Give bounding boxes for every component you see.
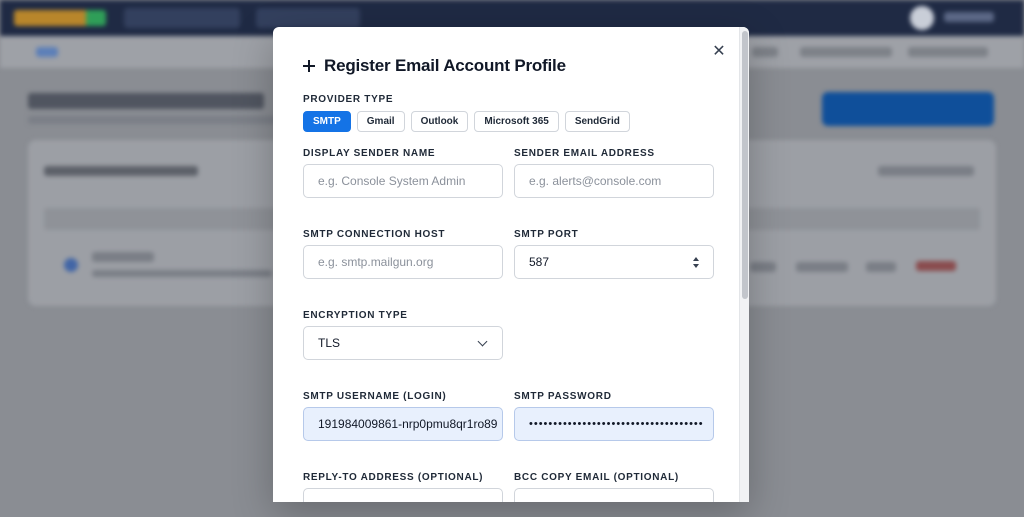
sender-email-placeholder: e.g. alerts@console.com	[529, 174, 662, 188]
encryption-type-value: TLS	[318, 336, 341, 350]
smtp-username-value: 191984009861-nrp0pmu8qr1ro89	[318, 417, 498, 431]
delete-link	[916, 261, 956, 271]
bcc-copy-label: BCC COPY EMAIL (OPTIONAL)	[514, 472, 679, 483]
provider-smtp-button[interactable]: SMTP	[303, 111, 351, 132]
display-sender-name-placeholder: e.g. Console System Admin	[318, 174, 466, 188]
user-name	[944, 12, 994, 22]
sender-email-input[interactable]: e.g. alerts@console.com	[514, 164, 714, 198]
close-icon[interactable]: ✕	[709, 41, 729, 61]
smtp-password-input[interactable]: ••••••••••••••••••••••••••••••••••••	[514, 407, 714, 441]
account-icon	[64, 258, 78, 272]
provider-outlook-button[interactable]: Outlook	[410, 111, 469, 132]
smtp-host-input[interactable]: e.g. smtp.mailgun.org	[303, 245, 503, 279]
provider-gmail-button[interactable]: Gmail	[356, 111, 405, 132]
reply-to-label: REPLY-TO ADDRESS (OPTIONAL)	[303, 472, 484, 483]
plus-icon	[303, 60, 315, 72]
provider-microsoft365-button[interactable]: Microsoft 365	[474, 111, 559, 132]
table-cell	[750, 262, 776, 272]
modal-title: Register Email Account Profile	[303, 56, 566, 76]
nav-link	[800, 47, 892, 57]
chevron-down-icon	[477, 336, 488, 347]
smtp-password-label: SMTP PASSWORD	[514, 391, 612, 402]
nav-item	[256, 8, 360, 28]
display-sender-name-label: DISPLAY SENDER NAME	[303, 148, 436, 159]
port-stepper-icon[interactable]	[693, 256, 699, 270]
scrollbar-thumb[interactable]	[742, 31, 748, 299]
smtp-host-label: SMTP CONNECTION HOST	[303, 229, 446, 240]
smtp-host-placeholder: e.g. smtp.mailgun.org	[318, 255, 434, 269]
nav-item	[124, 8, 240, 28]
nav-link	[908, 47, 988, 57]
table-cell	[866, 262, 896, 272]
provider-sendgrid-button[interactable]: SendGrid	[564, 111, 630, 132]
sender-email-label: SENDER EMAIL ADDRESS	[514, 148, 655, 159]
smtp-username-label: SMTP USERNAME (LOGIN)	[303, 391, 447, 402]
card-title	[44, 166, 198, 176]
account-email	[92, 270, 272, 277]
smtp-password-value: ••••••••••••••••••••••••••••••••••••	[529, 418, 704, 430]
avatar	[910, 6, 934, 30]
provider-type-options: SMTP Gmail Outlook Microsoft 365 SendGri…	[303, 111, 630, 132]
smtp-username-input[interactable]: 191984009861-nrp0pmu8qr1ro89	[303, 407, 503, 441]
reply-to-input[interactable]	[303, 488, 503, 502]
page-title	[28, 93, 264, 109]
table-cell	[796, 262, 848, 272]
card-filter	[878, 166, 974, 176]
bcc-copy-input[interactable]	[514, 488, 714, 502]
smtp-port-input[interactable]: 587	[514, 245, 714, 279]
smtp-port-value: 587	[529, 255, 550, 269]
register-account-button	[822, 92, 994, 126]
encryption-type-select[interactable]: TLS	[303, 326, 503, 360]
smtp-port-label: SMTP PORT	[514, 229, 579, 240]
display-sender-name-input[interactable]: e.g. Console System Admin	[303, 164, 503, 198]
provider-type-label: PROVIDER TYPE	[303, 94, 394, 105]
encryption-type-label: ENCRYPTION TYPE	[303, 310, 408, 321]
account-name	[92, 252, 154, 262]
page-subtitle	[28, 116, 288, 124]
nav-link	[752, 47, 778, 57]
register-email-modal: ✕ Register Email Account Profile PROVIDE…	[273, 27, 749, 502]
modal-title-text: Register Email Account Profile	[324, 56, 566, 75]
breadcrumb	[36, 47, 58, 57]
logo	[14, 10, 106, 26]
modal-scrollbar[interactable]	[739, 27, 749, 502]
